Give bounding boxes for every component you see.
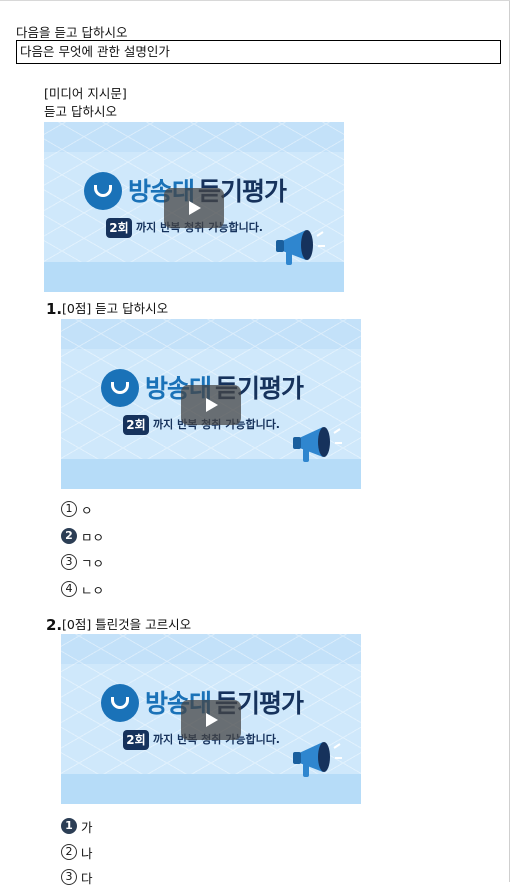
question-title: [0점] 듣고 답하시오: [62, 301, 169, 316]
option-marker: 3: [61, 554, 77, 570]
play-button[interactable]: [164, 188, 224, 228]
answer-option[interactable]: 3 다: [61, 867, 93, 887]
media-instruction: [미디어 지시문] 듣고 답하시오: [44, 85, 127, 121]
repeat-badge: 2회: [123, 730, 149, 750]
video-player[interactable]: 방송대듣기평가 2회 까지 반복 청취 가능합니다.: [61, 634, 361, 804]
option-text: 가: [81, 819, 93, 835]
knou-logo-icon: [101, 369, 139, 407]
megaphone-icon: [276, 230, 325, 265]
question-title: [0점] 틀린것을 고르시오: [62, 617, 192, 632]
knou-logo-icon: [84, 172, 122, 210]
option-marker: 2: [61, 844, 77, 860]
option-marker: 3: [61, 869, 77, 885]
answer-option-selected[interactable]: 1 가: [61, 816, 93, 836]
question-text-box[interactable]: 다음은 무엇에 관한 설명인가: [16, 40, 501, 64]
answer-option[interactable]: 3 ㄱㅇ: [61, 552, 104, 572]
option-text: ㅁㅇ: [81, 529, 105, 545]
option-marker: 2: [61, 528, 77, 544]
instruction-text: 다음을 듣고 답하시오: [16, 25, 128, 40]
video-player[interactable]: 방송대듣기평가 2회 까지 반복 청취 가능합니다.: [61, 319, 361, 489]
option-text: ㄱㅇ: [81, 555, 105, 571]
media-label: [미디어 지시문]: [44, 86, 127, 101]
option-text: ㅇ: [81, 502, 93, 518]
option-marker: 1: [61, 501, 77, 517]
option-text: 다: [81, 870, 93, 886]
option-marker: 4: [61, 581, 77, 597]
megaphone-icon: [293, 742, 342, 777]
megaphone-icon: [293, 427, 342, 462]
answer-option[interactable]: 2 나: [61, 842, 93, 862]
option-text: ㄴㅇ: [81, 582, 105, 598]
option-text: 나: [81, 845, 93, 861]
video-player[interactable]: 방송대듣기평가 2회 까지 반복 청취 가능합니다.: [44, 122, 344, 292]
question-number: 1.: [46, 300, 63, 318]
repeat-badge: 2회: [123, 415, 149, 435]
knou-logo-icon: [101, 684, 139, 722]
answer-option[interactable]: 4 ㄴㅇ: [61, 579, 104, 599]
question-number: 2.: [46, 616, 63, 634]
answer-option-selected[interactable]: 2 ㅁㅇ: [61, 526, 104, 546]
answer-option[interactable]: 1 ㅇ: [61, 499, 93, 519]
play-button[interactable]: [181, 700, 241, 740]
media-instruction-text: 듣고 답하시오: [44, 104, 117, 119]
option-marker: 1: [61, 818, 77, 834]
play-button[interactable]: [181, 385, 241, 425]
repeat-badge: 2회: [106, 218, 132, 238]
